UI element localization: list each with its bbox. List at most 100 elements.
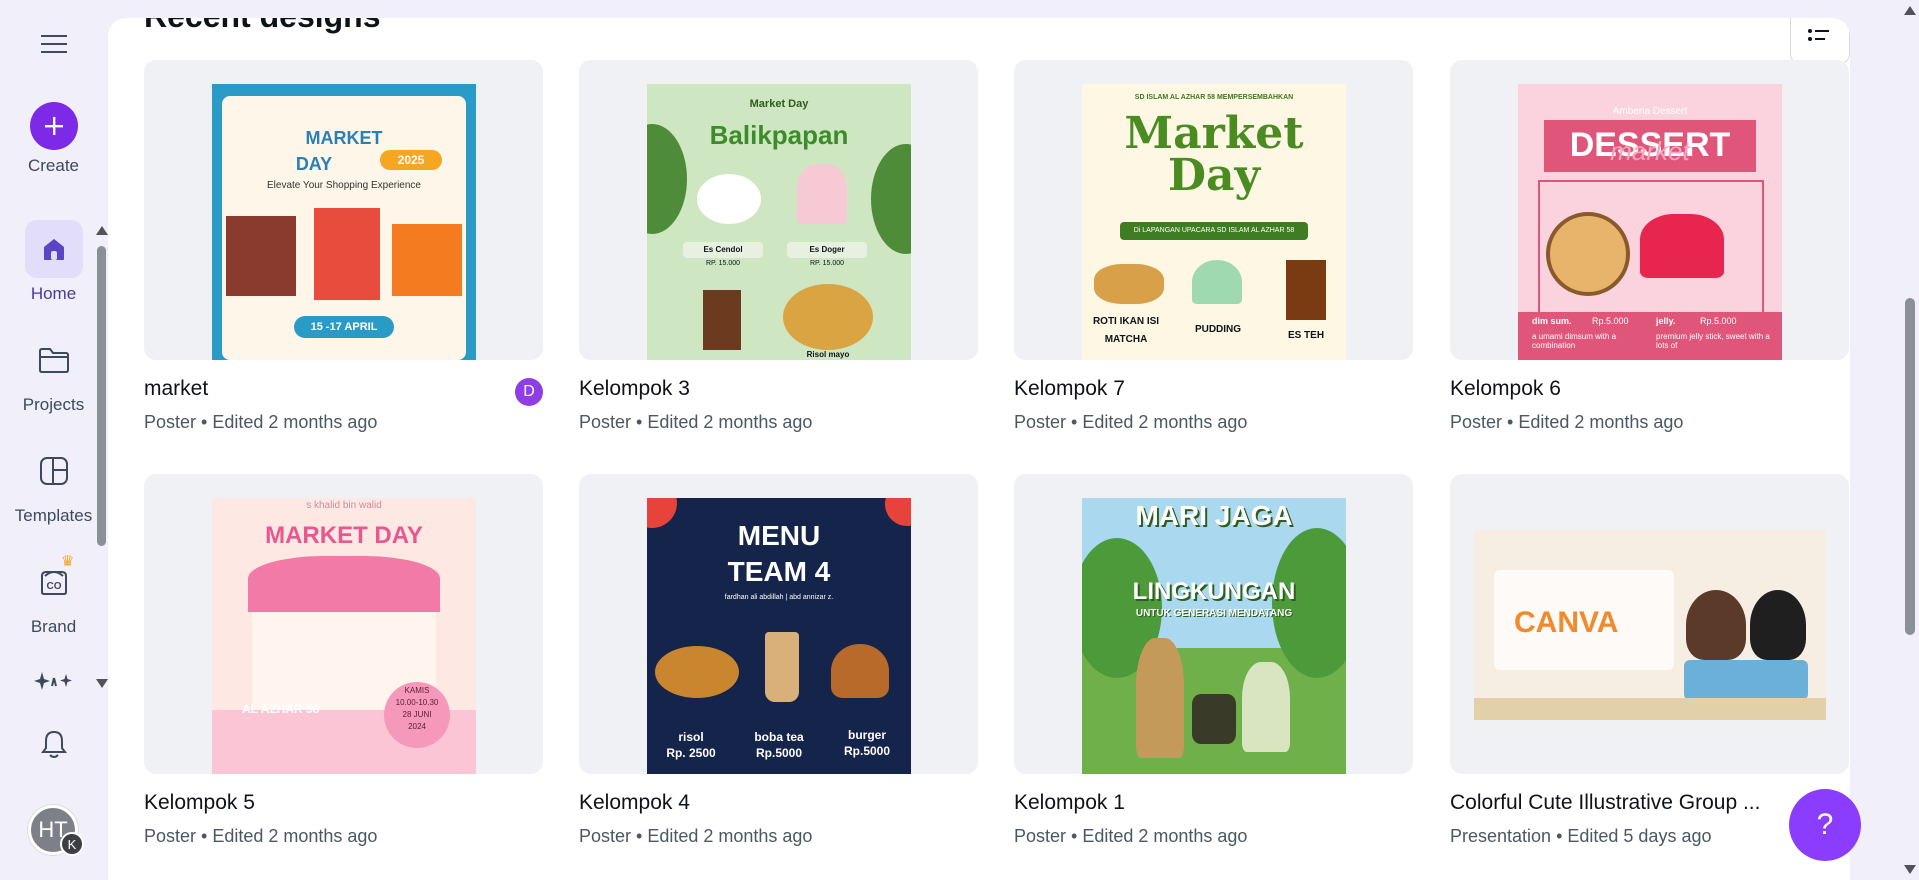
design-card[interactable]: MENU TEAM 4 fardhan ali abdillah | abd a… [579,474,978,847]
design-thumbnail[interactable]: MARI JAGA LINGKUNGAN UNTUK GENERASI MEND… [1014,474,1413,774]
design-title[interactable]: Kelompok 6 [1450,377,1810,403]
design-thumbnail[interactable]: Amberia Dessert DESSERT market dim sum. … [1450,60,1849,360]
poster-text: MARI JAGA [1135,500,1293,531]
design-thumbnail[interactable]: s khalid bin walid MARKET DAY AL AZHAR 5… [144,474,543,774]
team-badge: K [60,832,84,856]
design-title[interactable]: Colorful Cute Illustrative Group ... [1450,791,1810,817]
poster-balikpapan: Market Day Balikpapan Es Cendol Es Doger… [647,84,911,360]
design-thumbnail[interactable]: SD ISLAM AL AZHAR 58 MEMPERSEMBAHKAN Mar… [1014,60,1413,360]
poster-text: Elevate Your Shopping Experience [266,180,421,191]
poster-text: Rp. 2500 [666,746,716,760]
view-toggle-button[interactable] [1790,18,1850,64]
sidebar-item-templates[interactable]: Templates [0,442,107,526]
design-thumbnail[interactable]: MENU TEAM 4 fardhan ali abdillah | abd a… [579,474,978,774]
bell-icon [40,730,67,758]
scroll-down-arrow-icon[interactable] [96,679,108,688]
design-thumbnail[interactable]: Market Day Balikpapan Es Cendol Es Doger… [579,60,978,360]
help-button[interactable]: ? [1789,789,1861,861]
scroll-up-arrow-icon[interactable] [1904,6,1916,15]
design-card[interactable]: MARKET DAY 2025 Elevate Your Shopping Ex… [144,60,543,433]
poster-text: Amberia Dessert [1612,106,1688,117]
page-scroll-thumb[interactable] [1905,298,1915,635]
poster-text: Rp.5.000 [1700,316,1737,326]
design-meta: Poster • Edited 2 months ago [144,826,378,846]
design-title[interactable]: Kelompok 7 [1014,377,1374,403]
menu-button[interactable] [0,32,107,56]
poster-text: 15 -17 APRIL [294,316,394,338]
design-meta: Poster • Edited 2 months ago [1014,412,1248,432]
poster-text: Risol mayo [806,350,850,359]
sidebar-item-home[interactable]: Home [0,220,107,304]
poster-text: MARKET DAY [265,522,423,549]
design-title[interactable]: market [144,377,504,403]
poster-text: 10.00-10.30 [395,698,439,707]
page-scrollbar[interactable] [1900,0,1919,880]
design-card[interactable]: s khalid bin walid MARKET DAY AL AZHAR 5… [144,474,543,847]
sidebar-scrollbar[interactable] [94,224,108,690]
sidebar-item-label: Create [27,156,80,175]
poster-text: ES TEH [1287,330,1325,341]
design-thumbnail[interactable]: CANVA [1450,474,1849,774]
design-meta: Poster • Edited 2 months ago [1450,412,1684,432]
poster-text: Rp.5.000 [1592,316,1629,326]
section-title: Recent designs [144,18,381,35]
sidebar-scroll-thumb[interactable] [97,246,106,546]
plus-icon [29,102,78,150]
main-panel: Recent designs MARKET DAY 2025 Elevate Y… [108,18,1850,880]
sidebar-item-notifications[interactable] [0,728,107,760]
design-card[interactable]: SD ISLAM AL AZHAR 58 MEMPERSEMBAHKAN Mar… [1014,60,1413,433]
sidebar-item-brand[interactable]: CO Brand [0,553,107,637]
poster-market: MARKET DAY 2025 Elevate Your Shopping Ex… [212,84,476,360]
design-card[interactable]: Amberia Dessert DESSERT market dim sum. … [1450,60,1849,433]
design-title[interactable]: Kelompok 1 [1014,791,1374,817]
poster-text: RP. 15.000 [809,260,845,267]
sidebar-item-projects[interactable]: Projects [0,331,107,415]
design-card[interactable]: CANVA Colorful Cute Illustrative Group .… [1450,474,1849,847]
poster-text: SD ISLAM AL AZHAR 58 MEMPERSEMBAHKAN [1134,94,1294,101]
sidebar-item-label: Projects [22,395,85,414]
poster-text: Di LAPANGAN UPACARA SD ISLAM AL AZHAR 58 [1120,222,1308,240]
design-meta: Poster • Edited 2 months ago [144,412,378,432]
design-title[interactable]: Kelompok 3 [579,377,939,403]
sidebar-item-create[interactable]: Create [0,102,107,176]
scroll-up-arrow-icon[interactable] [96,226,108,235]
poster-text: MATCHA [1104,334,1148,345]
poster-text: risol [678,730,704,744]
sparkles-icon [33,672,72,690]
poster-market-day-pink: s khalid bin walid MARKET DAY AL AZHAR 5… [212,498,476,774]
poster-text: RP. 15.000 [705,260,741,267]
poster-text: Es Cendol [683,242,763,258]
scroll-down-arrow-icon[interactable] [1904,865,1916,874]
poster-text: boba tea [754,730,804,744]
list-view-icon [1808,29,1829,41]
poster-text: a umami dimsum with a combination [1532,332,1617,350]
poster-text: AL AZHAR 58 [242,702,320,716]
help-question-icon: ? [1816,808,1834,841]
poster-text: MENU [737,520,821,551]
design-title[interactable]: Kelompok 5 [144,791,504,817]
presentation-canva: CANVA [1474,530,1826,720]
design-card[interactable]: MARI JAGA LINGKUNGAN UNTUK GENERASI MEND… [1014,474,1413,847]
poster-dessert: Amberia Dessert DESSERT market dim sum. … [1518,84,1782,360]
templates-icon [25,442,83,500]
home-icon [24,220,83,278]
poster-text: CANVA [1514,606,1619,639]
owner-badge: D [515,378,543,406]
poster-text: premium jelly stick, sweet with a lots o… [1656,332,1770,350]
owner-initial: D [523,383,535,400]
design-meta: Poster • Edited 2 months ago [579,412,813,432]
design-thumbnail[interactable]: MARKET DAY 2025 Elevate Your Shopping Ex… [144,60,543,360]
design-card[interactable]: Market Day Balikpapan Es Cendol Es Doger… [579,60,978,433]
poster-text: 28 JUNI [402,710,432,719]
poster-market-day: SD ISLAM AL AZHAR 58 MEMPERSEMBAHKAN Mar… [1082,84,1346,360]
sidebar-item-magic[interactable] [0,668,107,692]
poster-lingkungan: MARI JAGA LINGKUNGAN UNTUK GENERASI MEND… [1082,498,1346,774]
svg-text:CO: CO [46,581,61,592]
poster-text: KAMIS [404,686,430,695]
design-title[interactable]: Kelompok 4 [579,791,939,817]
sidebar-item-label: Brand [30,617,77,636]
top-strip [108,0,1919,8]
poster-text: 2024 [408,722,426,731]
poster-text: ROTI IKAN ISI [1092,316,1160,327]
sidebar-item-label: Home [30,284,77,303]
